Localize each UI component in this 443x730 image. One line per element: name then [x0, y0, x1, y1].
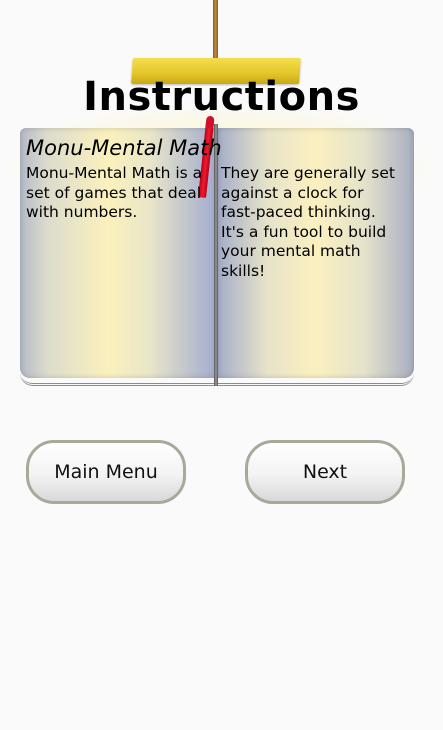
book-heading: Monu-Mental Math [26, 136, 222, 160]
left-page-edge [20, 373, 216, 386]
main-menu-button[interactable]: Main Menu [26, 440, 186, 504]
page-title: Instructions [83, 74, 360, 120]
book-spine [214, 124, 218, 386]
next-button[interactable]: Next [245, 440, 405, 504]
left-page-text: Monu-Mental Math is a set of games that … [26, 164, 203, 221]
right-page-text: They are generally set against a clock f… [221, 164, 395, 280]
right-page-edge [218, 373, 414, 386]
hanging-rope [213, 0, 218, 62]
